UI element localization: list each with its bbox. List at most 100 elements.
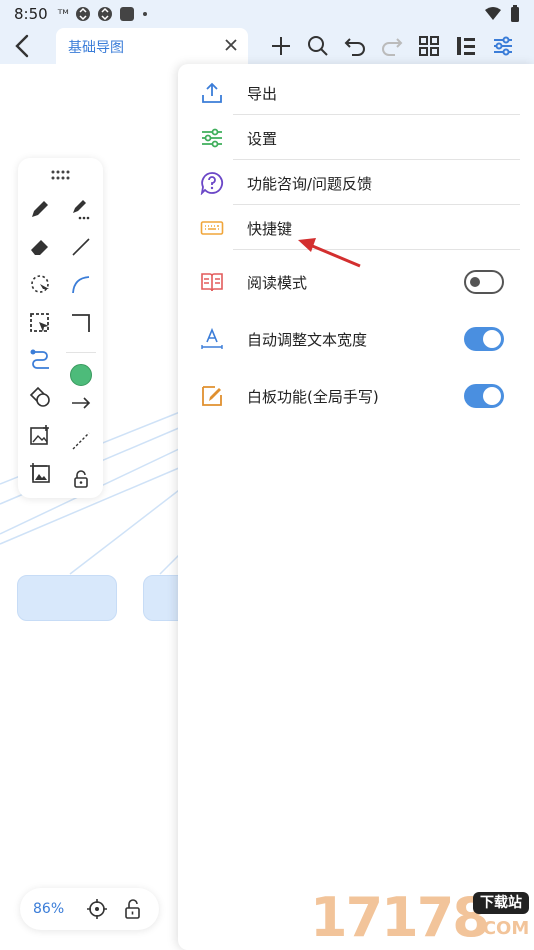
watermark-number: 17178 xyxy=(310,886,490,949)
lasso-tool[interactable] xyxy=(25,270,55,300)
shapes-tool[interactable] xyxy=(25,382,55,412)
shapes-icon xyxy=(29,386,50,407)
header-toolbar xyxy=(262,32,521,60)
arrow-tool[interactable] xyxy=(66,388,96,418)
status-icons: ᵀᴹ xyxy=(58,6,149,22)
menu-item-label: 导出 xyxy=(247,85,278,103)
image-frame-tool[interactable] xyxy=(25,458,55,488)
sliders-icon xyxy=(202,128,222,148)
whiteboard-pen-icon xyxy=(202,386,222,406)
unlock-icon[interactable] xyxy=(122,898,144,920)
add-button[interactable] xyxy=(262,32,299,60)
toolbar-divider xyxy=(66,352,96,353)
watermark-logo: 17178 下载站 .COM xyxy=(310,880,534,950)
corner-tool[interactable] xyxy=(66,308,96,338)
redo-icon xyxy=(381,38,402,56)
pen-dotted-tool[interactable] xyxy=(66,194,96,224)
arrow-icon xyxy=(72,397,91,409)
connector-icon xyxy=(30,349,49,369)
corner-icon xyxy=(72,314,90,332)
pen-dotted-icon xyxy=(73,200,90,220)
back-arrow-icon xyxy=(15,34,29,58)
arc-icon xyxy=(72,276,90,294)
dot-icon xyxy=(142,12,147,16)
menu-item-export[interactable]: 导出 xyxy=(178,71,534,115)
undo-button[interactable] xyxy=(336,32,373,60)
menu-item-settings[interactable]: 设置 xyxy=(178,116,534,160)
menu-item-label: 自动调整文本宽度 xyxy=(247,331,368,349)
reading-mode-toggle[interactable] xyxy=(464,270,504,294)
keyboard-icon xyxy=(200,221,224,235)
outline-button[interactable] xyxy=(447,32,484,60)
lock-icon xyxy=(74,470,88,488)
add-icon xyxy=(271,37,290,55)
menu-item-label: 功能咨询/问题反馈 xyxy=(247,175,373,193)
text-width-icon xyxy=(201,327,223,349)
undo-icon xyxy=(344,38,365,56)
color-circle xyxy=(70,364,92,386)
wifi-icon xyxy=(485,7,501,20)
pen-icon xyxy=(32,201,48,217)
image-add-tool[interactable] xyxy=(25,420,55,450)
dashed-line-icon xyxy=(72,432,90,450)
locate-center-icon[interactable] xyxy=(86,898,108,920)
close-icon[interactable] xyxy=(222,36,240,54)
grid-icon xyxy=(418,36,439,56)
watermark-badge: 下载站 xyxy=(473,892,529,914)
lasso-icon xyxy=(31,275,49,294)
settings-sliders-icon xyxy=(493,36,512,56)
watermark-domain: .COM xyxy=(476,918,530,939)
image-frame-icon xyxy=(30,463,50,483)
menu-item-label: 设置 xyxy=(247,130,278,148)
menu-item-auto-text-width[interactable]: 自动调整文本宽度 xyxy=(178,317,534,361)
menu-item-whiteboard[interactable]: 白板功能(全局手写) xyxy=(178,374,534,418)
menu-item-feedback[interactable]: 功能咨询/问题反馈 xyxy=(178,161,534,205)
menu-item-label: 白板功能(全局手写) xyxy=(247,388,379,406)
menu-divider xyxy=(233,159,520,160)
drawing-toolbar xyxy=(18,158,103,498)
arc-tool[interactable] xyxy=(66,270,96,300)
lock-tool[interactable] xyxy=(66,464,96,494)
pen-tool[interactable] xyxy=(25,194,55,224)
toggle-knob xyxy=(483,387,501,405)
toggle-knob xyxy=(483,330,501,348)
whiteboard-toggle[interactable] xyxy=(464,384,504,408)
menu-item-label: 快捷键 xyxy=(247,220,293,238)
annotation-arrow xyxy=(298,238,361,268)
help-icon xyxy=(200,172,224,195)
app-square-icon xyxy=(119,7,134,21)
document-tab[interactable]: 基础导图 xyxy=(56,28,248,64)
line-icon xyxy=(72,238,90,256)
menu-divider xyxy=(233,249,520,250)
back-button[interactable] xyxy=(8,32,36,60)
more-options-menu: 导出 设置 功能咨询/问题反馈 快捷键 阅读模式 自动调整文本宽度 白板功能(全… xyxy=(178,64,534,950)
redo-button[interactable] xyxy=(373,32,410,60)
connector-tool[interactable] xyxy=(25,344,55,374)
drag-handle-icon[interactable] xyxy=(50,168,72,182)
menu-divider xyxy=(233,204,520,205)
color-picker[interactable] xyxy=(66,360,96,390)
line-tool[interactable] xyxy=(66,232,96,262)
book-icon xyxy=(201,273,223,292)
menu-item-label: 阅读模式 xyxy=(247,274,308,292)
status-bar: 8:50 ᵀᴹ xyxy=(0,0,534,28)
sync-icon-2 xyxy=(97,7,112,21)
zoom-level[interactable]: 86% xyxy=(33,901,64,917)
document-tab-label: 基础导图 xyxy=(68,40,124,56)
status-time: 8:50 xyxy=(14,5,48,23)
dashed-line-tool[interactable] xyxy=(66,426,96,456)
grid-button[interactable] xyxy=(410,32,447,60)
menu-divider xyxy=(233,114,520,115)
select-tool[interactable] xyxy=(25,308,55,338)
export-icon xyxy=(202,82,222,103)
sync-icon xyxy=(75,7,90,21)
title-bar: 基础导图 xyxy=(0,28,534,64)
mindmap-node[interactable] xyxy=(17,575,117,621)
search-button[interactable] xyxy=(299,32,336,60)
zoom-bar: 86% xyxy=(20,888,159,930)
settings-sliders-button[interactable] xyxy=(484,32,521,60)
toggle-knob xyxy=(470,277,480,287)
auto-text-width-toggle[interactable] xyxy=(464,327,504,351)
eraser-tool[interactable] xyxy=(25,232,55,262)
select-icon xyxy=(30,313,49,332)
